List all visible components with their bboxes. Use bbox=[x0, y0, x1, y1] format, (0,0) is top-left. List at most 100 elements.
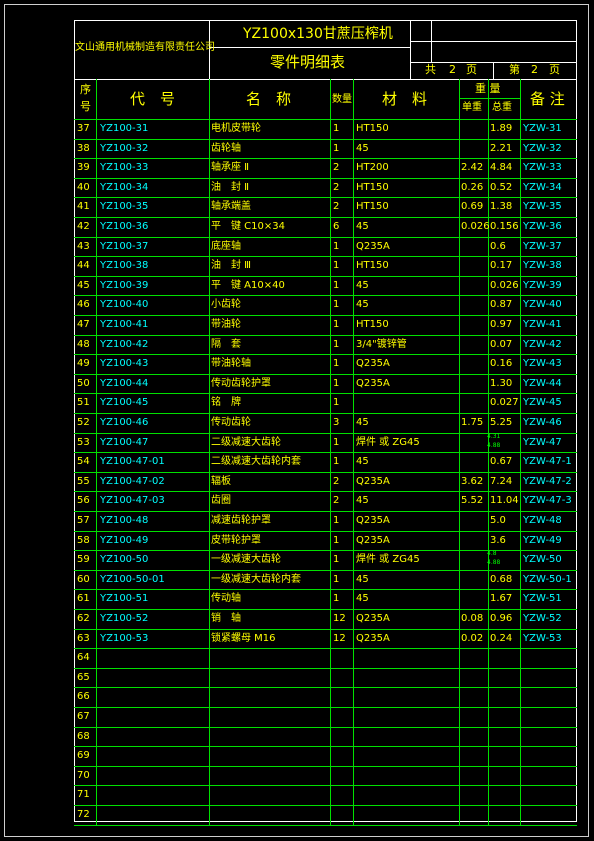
cell-qty: 2 bbox=[333, 182, 340, 193]
cell-qty: 2 bbox=[333, 495, 340, 506]
cell-seq: 46 bbox=[77, 299, 90, 310]
cell-total: 0.87 bbox=[490, 299, 513, 310]
cell-seq: 72 bbox=[77, 809, 90, 820]
cell-code: YZ100-51 bbox=[100, 593, 149, 604]
row-line bbox=[74, 452, 577, 453]
cell-total: 0.07 bbox=[490, 339, 513, 350]
cell-name: 隔 套 bbox=[211, 339, 241, 350]
cell-unit: 0.02 bbox=[461, 633, 484, 644]
row-line bbox=[74, 550, 577, 551]
cell-code: YZ100-45 bbox=[100, 397, 149, 408]
row-line bbox=[74, 315, 577, 316]
cell-seq: 59 bbox=[77, 554, 90, 565]
row-line bbox=[74, 374, 577, 375]
sheet-total-unit: 页 bbox=[466, 63, 477, 76]
cell-code: YZ100-39 bbox=[100, 280, 149, 291]
cell-seq: 61 bbox=[77, 593, 90, 604]
header-total-weight: 总重 bbox=[492, 102, 512, 113]
cell-remark: YZW-47-2 bbox=[523, 476, 572, 487]
cell-remark: YZW-47-3 bbox=[523, 495, 572, 506]
cell-total: 0.156 bbox=[490, 221, 519, 232]
cell-remark: YZW-45 bbox=[523, 397, 562, 408]
cell-name: 轴承端盖 bbox=[211, 201, 251, 212]
cell-material: HT150 bbox=[356, 182, 389, 193]
cell-material: Q235A bbox=[356, 535, 390, 546]
row-line bbox=[74, 687, 577, 688]
cell-name: 电机皮带轮 bbox=[211, 123, 261, 134]
cell-seq: 63 bbox=[77, 633, 90, 644]
cell-total: 0.17 bbox=[490, 260, 513, 271]
cell-code: YZ100-53 bbox=[100, 633, 149, 644]
small-note: 4.8 bbox=[487, 550, 497, 557]
cell-material: 45 bbox=[356, 299, 369, 310]
cell-code: YZ100-47-03 bbox=[100, 495, 165, 506]
cell-seq: 58 bbox=[77, 535, 90, 546]
cell-name: 平 键 C10×34 bbox=[211, 221, 285, 232]
cell-remark: YZW-36 bbox=[523, 221, 562, 232]
cell-name: 二级减速大齿轮 bbox=[211, 437, 281, 448]
cell-remark: YZW-39 bbox=[523, 280, 562, 291]
drawing-title: YZ100x130甘蔗压榨机 bbox=[243, 26, 393, 42]
cell-name: 轴承座 Ⅱ bbox=[211, 162, 250, 173]
cell-material: 45 bbox=[356, 221, 369, 232]
cell-material: HT150 bbox=[356, 201, 389, 212]
cell-material: 45 bbox=[356, 143, 369, 154]
header-bottom-line bbox=[74, 119, 577, 120]
cell-remark: YZW-50-1 bbox=[523, 574, 572, 585]
cell-total: 0.24 bbox=[490, 633, 513, 644]
row-line bbox=[74, 805, 577, 806]
cell-name: 带油轮 bbox=[211, 319, 241, 330]
cell-code: YZ100-47 bbox=[100, 437, 149, 448]
cell-total: 5.25 bbox=[490, 417, 513, 428]
cell-seq: 55 bbox=[77, 476, 90, 487]
row-line bbox=[74, 139, 577, 140]
cell-seq: 37 bbox=[77, 123, 90, 134]
cell-material: 45 bbox=[356, 495, 369, 506]
cell-total: 0.97 bbox=[490, 319, 513, 330]
cell-total: 1.67 bbox=[490, 593, 513, 604]
row-line bbox=[74, 158, 577, 159]
row-line bbox=[74, 785, 577, 786]
cell-code: YZ100-47-02 bbox=[100, 476, 165, 487]
row-line bbox=[74, 531, 577, 532]
cell-name: 油 封 Ⅲ bbox=[211, 260, 252, 271]
cell-material: Q235A bbox=[356, 515, 390, 526]
cell-remark: YZW-48 bbox=[523, 515, 562, 526]
cell-seq: 44 bbox=[77, 260, 90, 271]
cell-code: YZ100-33 bbox=[100, 162, 149, 173]
cell-material: Q235A bbox=[356, 358, 390, 369]
cell-seq: 43 bbox=[77, 241, 90, 252]
cell-code: YZ100-37 bbox=[100, 241, 149, 252]
sheet-total-label: 共 bbox=[425, 63, 436, 76]
row-line bbox=[74, 335, 577, 336]
cell-code: YZ100-44 bbox=[100, 378, 149, 389]
cell-seq: 69 bbox=[77, 750, 90, 761]
header-code: 代 号 bbox=[130, 90, 176, 108]
cell-qty: 1 bbox=[333, 535, 340, 546]
title-right-border bbox=[410, 20, 411, 79]
cell-name: 销 轴 bbox=[211, 613, 241, 624]
cell-seq: 54 bbox=[77, 456, 90, 467]
cell-name: 二级减速大齿轮内套 bbox=[211, 456, 301, 467]
cell-material: 45 bbox=[356, 574, 369, 585]
cell-code: YZ100-32 bbox=[100, 143, 149, 154]
small-note: 4.88 bbox=[487, 442, 501, 449]
header-seq-2: 号 bbox=[80, 100, 91, 113]
cell-remark: YZW-50 bbox=[523, 554, 562, 565]
cell-qty: 6 bbox=[333, 221, 340, 232]
cell-seq: 40 bbox=[77, 182, 90, 193]
row-line bbox=[74, 629, 577, 630]
cell-remark: YZW-34 bbox=[523, 182, 562, 193]
cell-qty: 2 bbox=[333, 162, 340, 173]
cell-remark: YZW-31 bbox=[523, 123, 562, 134]
cell-qty: 12 bbox=[333, 613, 346, 624]
cell-seq: 53 bbox=[77, 437, 90, 448]
cell-qty: 1 bbox=[333, 397, 340, 408]
cell-qty: 1 bbox=[333, 574, 340, 585]
cell-material: 45 bbox=[356, 417, 369, 428]
cell-material: Q235A bbox=[356, 633, 390, 644]
cell-seq: 62 bbox=[77, 613, 90, 624]
cell-qty: 1 bbox=[333, 123, 340, 134]
cell-code: YZ100-35 bbox=[100, 201, 149, 212]
cell-unit: 1.75 bbox=[461, 417, 484, 428]
